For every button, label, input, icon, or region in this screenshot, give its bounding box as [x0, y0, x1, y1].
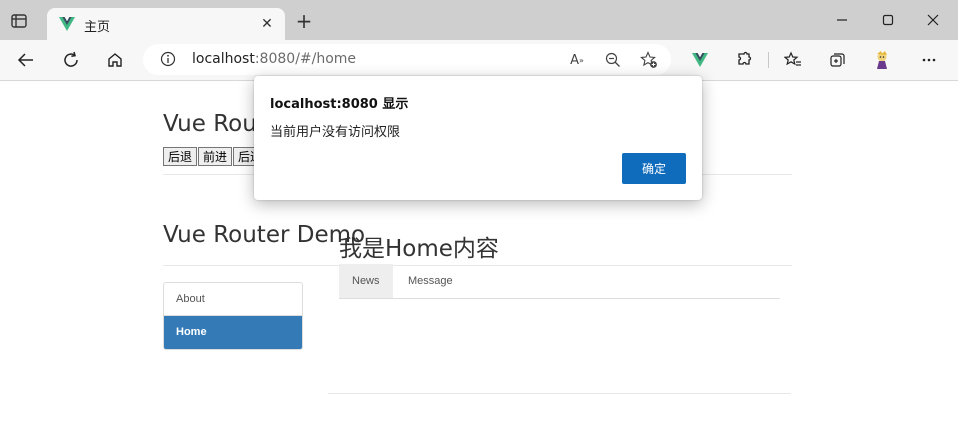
dialog-title: localhost:8080 显示	[270, 97, 409, 112]
alert-dialog: localhost:8080 显示 当前用户没有访问权限 确定	[254, 76, 702, 200]
browser-toolbar: localhost:8080/#/home A»	[0, 40, 958, 81]
url-text[interactable]: localhost:8080/#/home	[192, 51, 356, 67]
toolbar-divider	[768, 52, 769, 68]
new-tab-button[interactable]: +	[295, 11, 313, 31]
read-aloud-icon[interactable]: A»	[568, 51, 586, 69]
tab-strip: 主页 ✕ +	[0, 0, 958, 40]
nav-item-about[interactable]: About	[164, 283, 302, 315]
history-button-group: 后退 前进 后进	[163, 147, 268, 166]
favorites-icon[interactable]	[783, 50, 803, 70]
maximize-icon[interactable]	[878, 10, 898, 30]
home-subtabs: News Message	[339, 264, 780, 299]
home-icon[interactable]	[105, 50, 125, 70]
nav-item-home[interactable]: Home	[164, 315, 302, 349]
url-path: :8080/#/home	[254, 51, 357, 67]
subtab-message[interactable]: Message	[395, 264, 466, 298]
minimize-icon[interactable]	[832, 10, 852, 30]
back-arrow-icon[interactable]	[16, 50, 36, 70]
more-menu-icon[interactable]	[919, 50, 939, 70]
side-nav: About Home	[163, 282, 303, 350]
collections-icon[interactable]	[828, 50, 848, 70]
dialog-message: 当前用户没有访问权限	[270, 125, 401, 140]
vue-devtools-icon[interactable]	[690, 50, 710, 70]
page-header-title: Vue Rou	[163, 111, 257, 137]
info-icon[interactable]	[160, 51, 176, 67]
tab-title: 主页	[84, 20, 111, 35]
browser-tab-active[interactable]: 主页 ✕	[47, 8, 285, 40]
tab-close-icon[interactable]: ✕	[259, 16, 275, 32]
extensions-icon[interactable]	[734, 50, 754, 70]
home-content-title: 我是Home内容	[339, 236, 499, 262]
main-title: Vue Router Demo	[163, 222, 366, 248]
vue-logo-icon	[59, 16, 75, 32]
tab-actions-icon[interactable]	[10, 12, 28, 30]
content-divider	[328, 393, 791, 394]
subtab-news[interactable]: News	[339, 264, 393, 298]
close-window-icon[interactable]	[923, 10, 943, 30]
back-button[interactable]: 后退	[163, 147, 198, 166]
forward-button[interactable]: 前进	[198, 147, 233, 166]
refresh-icon[interactable]	[61, 50, 81, 70]
zoom-out-icon[interactable]	[604, 51, 622, 69]
profile-avatar-icon[interactable]	[872, 50, 892, 70]
url-host: localhost	[192, 51, 255, 67]
dialog-ok-button[interactable]: 确定	[622, 153, 686, 184]
address-bar[interactable]: localhost:8080/#/home A»	[143, 44, 671, 75]
add-favorite-icon[interactable]	[640, 51, 658, 69]
